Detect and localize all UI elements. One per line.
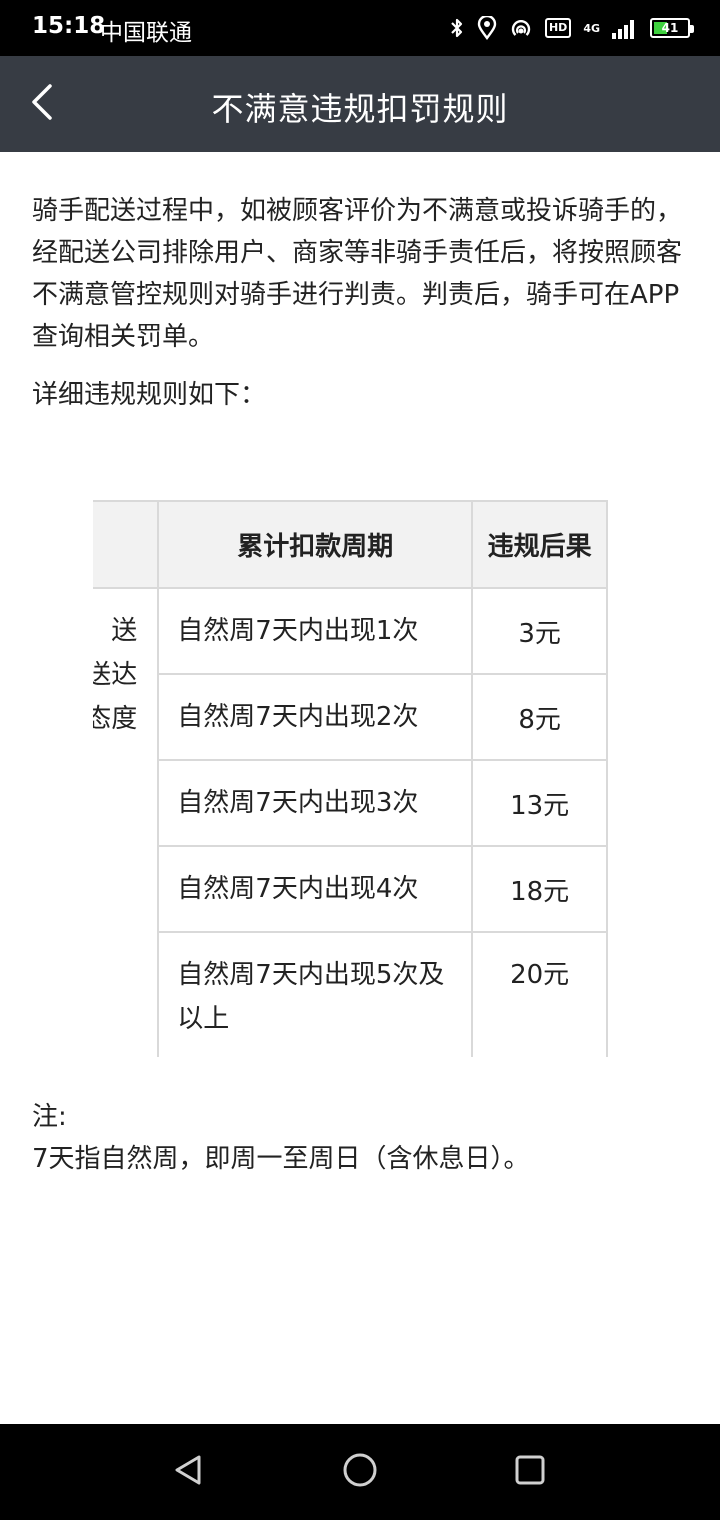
table-header-cell: 违规后果 — [471, 500, 608, 589]
cycle-cell: 自然周7天内出现5次及以上 — [157, 931, 474, 1057]
status-icons: HD 4G 41 — [449, 14, 694, 42]
violation-type-cell: 送 送达 态度 — [93, 587, 160, 1057]
network-label: 4G — [583, 21, 600, 35]
violation-type-line: 送 — [111, 616, 138, 646]
recents-square-icon — [513, 1453, 547, 1491]
bluetooth-icon — [449, 16, 465, 40]
status-bar: 15:18 中国联通 HD 4G 41 — [0, 0, 720, 56]
system-nav-bar — [0, 1424, 720, 1520]
signal-icon — [612, 17, 638, 39]
cycle-cell: 自然周7天内出现2次 — [157, 673, 474, 761]
battery-icon: 41 — [650, 18, 694, 38]
cycle-cell: 自然周7天内出现4次 — [157, 845, 474, 933]
result-cell: 18元 — [471, 845, 608, 933]
result-cell: 20元 — [471, 931, 608, 1057]
home-circle-icon — [342, 1452, 378, 1492]
note-text: 7天指自然周，即周一至周日（含休息日）。 — [32, 1144, 530, 1174]
battery-tip — [690, 25, 694, 33]
hd-badge: HD — [544, 18, 572, 38]
detail-title: 详细违规规则如下： — [32, 380, 267, 410]
intro-paragraph: 骑手配送过程中，如被顾客评价为不满意或投诉骑手的，经配送公司排除用户、商家等非骑… — [32, 196, 683, 352]
result-cell: 3元 — [471, 587, 608, 675]
battery-level: 41 — [661, 21, 679, 35]
back-triangle-icon — [171, 1453, 205, 1491]
table-header-row: 累计扣款周期 违规后果 — [93, 500, 608, 589]
status-time: 15:18 — [32, 13, 106, 39]
rules-table-viewport[interactable]: 累计扣款周期 违规后果 送 送达 态度 自然周7天内出现1次 3元 自然周7天内… — [93, 500, 688, 1057]
table-row: 送 送达 态度 自然周7天内出现1次 3元 — [93, 587, 608, 1057]
system-recents-button[interactable] — [506, 1448, 554, 1496]
location-icon — [477, 16, 497, 40]
status-carrier: 中国联通 — [100, 20, 192, 46]
table-row: 自然周7天内出现3次 13元 — [93, 759, 608, 847]
system-home-button[interactable] — [336, 1448, 384, 1496]
rules-table: 累计扣款周期 违规后果 送 送达 态度 自然周7天内出现1次 3元 自然周7天内… — [93, 500, 608, 1057]
page-title: 不满意违规扣罚规则 — [211, 90, 509, 128]
result-cell: 8元 — [471, 673, 608, 761]
result-cell: 13元 — [471, 759, 608, 847]
table-header-cell: 累计扣款周期 — [157, 500, 474, 589]
note-label: 注: — [32, 1102, 67, 1132]
table-row: 自然周7天内出现5次及以上 20元 — [93, 931, 608, 1057]
hotspot-icon — [509, 16, 533, 40]
cycle-cell: 自然周7天内出现3次 — [157, 759, 474, 847]
note-section: 注: 7天指自然周，即周一至周日（含休息日）。 — [32, 1100, 530, 1176]
violation-type-line: 态度 — [93, 704, 138, 734]
nav-bar: 不满意违规扣罚规则 — [0, 56, 720, 152]
violation-type-line: 送达 — [93, 660, 138, 690]
cycle-cell: 自然周7天内出现1次 — [157, 587, 474, 675]
table-header-cell — [93, 500, 160, 589]
network-4g-icon: 4G — [583, 23, 600, 34]
main-content: 骑手配送过程中，如被顾客评价为不满意或投诉骑手的，经配送公司排除用户、商家等非骑… — [32, 190, 692, 416]
table-row: 自然周7天内出现2次 8元 — [93, 673, 608, 761]
system-back-button[interactable] — [164, 1448, 212, 1496]
table-row: 自然周7天内出现4次 18元 — [93, 845, 608, 933]
